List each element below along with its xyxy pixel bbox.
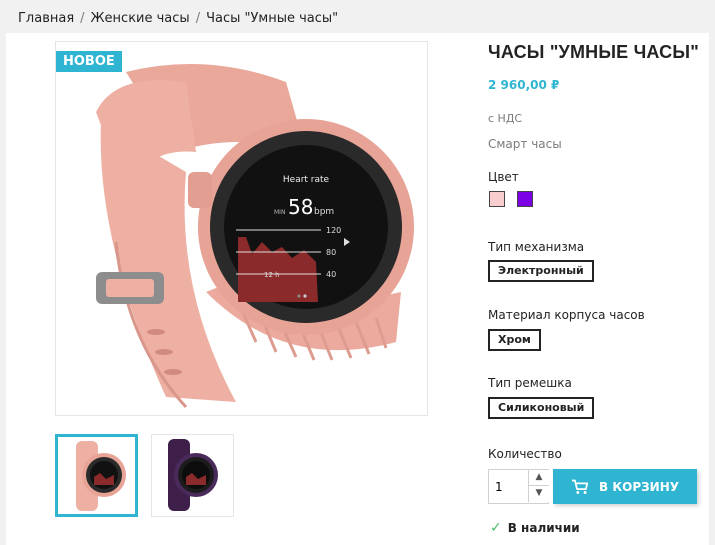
- strap-type-option[interactable]: Силиконовый: [488, 397, 595, 419]
- quantity-stepper: ▲ ▼: [488, 469, 549, 504]
- quantity-input[interactable]: [489, 470, 527, 503]
- breadcrumb-separator: /: [80, 11, 85, 26]
- watch-scale-120: 120: [326, 226, 341, 235]
- thumbnail-purple-image: [168, 439, 218, 511]
- watch-screen-heading: Heart rate: [283, 175, 330, 185]
- availability-status: ✓ В наличии: [490, 520, 580, 536]
- breadcrumb-current: Часы "Умные часы": [206, 11, 339, 26]
- watch-screen-min-label: MIN: [274, 209, 285, 216]
- watch-scale-80: 80: [326, 248, 336, 257]
- new-badge: НОВОЕ: [56, 51, 122, 72]
- quantity-label: Количество: [488, 447, 562, 461]
- breadcrumb-home-link[interactable]: Главная: [18, 11, 74, 26]
- product-main-image[interactable]: НОВОЕ Heart rate MIN 58 bpm 120 80 40 12…: [55, 41, 428, 416]
- case-material-label: Материал корпуса часов: [488, 308, 645, 322]
- tax-label: с НДС: [488, 112, 523, 125]
- watch-time-label: 12 h: [264, 271, 280, 279]
- shopping-cart-icon: [572, 479, 589, 494]
- thumbnail-purple[interactable]: [151, 434, 234, 517]
- check-icon: ✓: [490, 520, 502, 536]
- color-swatch-pink[interactable]: [489, 191, 505, 207]
- watch-screen-value: 58: [288, 195, 313, 219]
- chevron-up-icon[interactable]: ▲: [528, 470, 549, 486]
- breadcrumb-separator: /: [195, 11, 201, 26]
- case-material-option[interactable]: Хром: [488, 329, 541, 351]
- add-to-cart-label: В КОРЗИНУ: [599, 479, 679, 494]
- watch-illustration: Heart rate MIN 58 bpm 120 80 40 12 h: [96, 64, 414, 409]
- chevron-down-icon[interactable]: ▼: [528, 486, 549, 502]
- strap-type-label: Тип ремешка: [488, 376, 572, 390]
- color-label: Цвет: [488, 170, 519, 184]
- thumbnail-pink-image: [76, 441, 126, 511]
- mechanism-option[interactable]: Электронный: [488, 260, 594, 282]
- product-short-description: Смарт часы: [488, 137, 562, 151]
- thumbnail-pink[interactable]: [55, 434, 138, 517]
- watch-screen-unit: bpm: [314, 207, 334, 217]
- product-title: ЧАСЫ "УМНЫЕ ЧАСЫ": [488, 42, 699, 62]
- watch-scale-40: 40: [326, 270, 336, 279]
- add-to-cart-button[interactable]: В КОРЗИНУ: [553, 469, 697, 504]
- breadcrumb-category-link[interactable]: Женские часы: [91, 11, 190, 26]
- mechanism-label: Тип механизма: [488, 240, 585, 254]
- availability-label: В наличии: [507, 521, 580, 535]
- color-swatch-purple[interactable]: [517, 191, 533, 207]
- product-price: 2 960,00 ₽: [488, 78, 560, 92]
